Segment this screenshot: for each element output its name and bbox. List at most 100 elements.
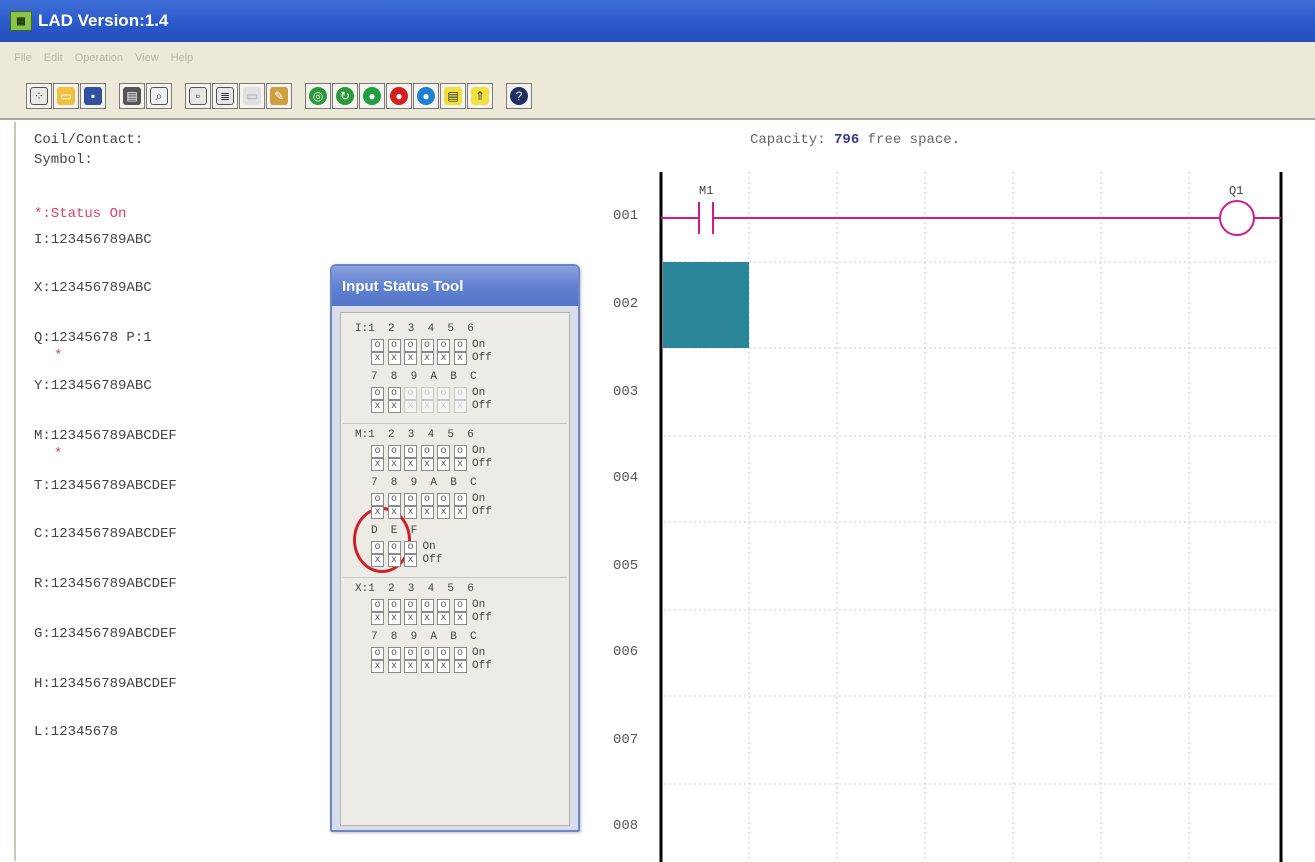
off-toggle[interactable]: x: [371, 612, 384, 625]
on-toggle[interactable]: o: [371, 493, 384, 506]
on-toggle[interactable]: o: [437, 493, 450, 506]
off-toggle[interactable]: x: [453, 506, 467, 519]
off-toggle[interactable]: x: [453, 458, 467, 471]
note-up-icon[interactable]: ⇑: [467, 83, 493, 109]
off-toggle[interactable]: x: [387, 506, 401, 519]
off-toggle: x: [453, 400, 467, 413]
off-toggle[interactable]: x: [404, 458, 417, 471]
off-toggle[interactable]: x: [420, 458, 434, 471]
help-icon[interactable]: ?: [506, 83, 532, 109]
on-toggle[interactable]: o: [371, 387, 384, 400]
green-ball-icon[interactable]: ●: [359, 83, 385, 109]
off-toggle[interactable]: x: [420, 660, 434, 673]
on-toggle[interactable]: o: [420, 647, 434, 660]
off-toggle[interactable]: x: [437, 506, 450, 519]
contact-m1[interactable]: [698, 202, 714, 234]
disabled-icon[interactable]: ▭: [239, 83, 265, 109]
off-toggle[interactable]: x: [437, 458, 450, 471]
on-toggle[interactable]: o: [387, 445, 401, 458]
menu-view[interactable]: View: [135, 52, 159, 64]
off-toggle[interactable]: x: [387, 660, 401, 673]
on-toggle[interactable]: o: [371, 339, 384, 352]
on-toggle[interactable]: o: [453, 493, 467, 506]
off-toggle[interactable]: x: [387, 400, 401, 413]
off-toggle[interactable]: x: [371, 458, 384, 471]
print-icon[interactable]: ▤: [119, 83, 145, 109]
off-toggle[interactable]: x: [371, 400, 384, 413]
coil-q1[interactable]: [1219, 200, 1255, 236]
on-toggle[interactable]: o: [404, 339, 417, 352]
off-toggle[interactable]: x: [387, 554, 401, 567]
menu-operation[interactable]: Operation: [75, 52, 123, 64]
on-toggle[interactable]: o: [387, 339, 401, 352]
off-toggle[interactable]: x: [371, 554, 384, 567]
on-toggle[interactable]: o: [404, 647, 417, 660]
on-toggle[interactable]: o: [387, 493, 401, 506]
off-toggle[interactable]: x: [404, 554, 417, 567]
on-toggle[interactable]: o: [404, 445, 417, 458]
monitor-icon[interactable]: ▫: [185, 83, 211, 109]
off-toggle[interactable]: x: [437, 612, 450, 625]
open-folder-icon[interactable]: ▭: [53, 83, 79, 109]
on-toggle[interactable]: o: [437, 647, 450, 660]
off-toggle[interactable]: x: [453, 352, 467, 365]
on-toggle[interactable]: o: [387, 599, 401, 612]
off-toggle[interactable]: x: [420, 506, 434, 519]
on-toggle[interactable]: o: [453, 599, 467, 612]
off-toggle[interactable]: x: [420, 352, 434, 365]
device-range-y: Y:123456789ABC: [34, 378, 152, 394]
menu-edit[interactable]: Edit: [44, 52, 63, 64]
on-toggle[interactable]: o: [371, 599, 384, 612]
on-toggle[interactable]: o: [404, 493, 417, 506]
menu-file[interactable]: File: [14, 52, 32, 64]
off-toggle[interactable]: x: [371, 506, 384, 519]
off-toggle[interactable]: x: [404, 660, 417, 673]
off-toggle[interactable]: x: [387, 612, 401, 625]
on-toggle[interactable]: o: [387, 647, 401, 660]
on-toggle[interactable]: o: [420, 445, 434, 458]
off-toggle[interactable]: x: [387, 458, 401, 471]
on-toggle[interactable]: o: [371, 647, 384, 660]
save-icon[interactable]: ▪: [80, 83, 106, 109]
on-toggle[interactable]: o: [437, 339, 450, 352]
on-toggle[interactable]: o: [371, 445, 384, 458]
on-toggle[interactable]: o: [387, 387, 401, 400]
rung-number: 005: [613, 558, 639, 574]
refresh-icon[interactable]: ↻: [332, 83, 358, 109]
off-toggle[interactable]: x: [437, 660, 450, 673]
on-toggle[interactable]: o: [453, 339, 467, 352]
on-toggle[interactable]: o: [453, 445, 467, 458]
on-toggle[interactable]: o: [387, 541, 401, 554]
run-icon[interactable]: ◎: [305, 83, 331, 109]
off-toggle[interactable]: x: [371, 352, 384, 365]
on-toggle[interactable]: o: [404, 599, 417, 612]
rung-number: 004: [613, 470, 639, 486]
write-icon[interactable]: ✎: [266, 83, 292, 109]
on-toggle[interactable]: o: [404, 541, 417, 554]
on-toggle[interactable]: o: [453, 647, 467, 660]
red-ball-icon[interactable]: ●: [386, 83, 412, 109]
print-preview-icon[interactable]: ⌕: [146, 83, 172, 109]
on-toggle[interactable]: o: [420, 339, 434, 352]
off-toggle[interactable]: x: [404, 506, 417, 519]
off-toggle[interactable]: x: [453, 612, 467, 625]
dialog-title-bar[interactable]: Input Status Tool: [332, 266, 578, 306]
on-toggle[interactable]: o: [437, 599, 450, 612]
new-file-icon[interactable]: ⁘: [26, 83, 52, 109]
list-icon[interactable]: ≣: [212, 83, 238, 109]
off-toggle[interactable]: x: [387, 352, 401, 365]
note-icon[interactable]: ▤: [440, 83, 466, 109]
off-toggle[interactable]: x: [420, 612, 434, 625]
off-toggle[interactable]: x: [453, 660, 467, 673]
ladder-diagram[interactable]: M1 Q1: [659, 172, 1289, 862]
off-toggle[interactable]: x: [371, 660, 384, 673]
menu-help[interactable]: Help: [171, 52, 194, 64]
off-toggle[interactable]: x: [437, 352, 450, 365]
on-toggle[interactable]: o: [437, 445, 450, 458]
blue-ball-icon[interactable]: ●: [413, 83, 439, 109]
on-toggle[interactable]: o: [420, 493, 434, 506]
on-toggle[interactable]: o: [371, 541, 384, 554]
off-toggle[interactable]: x: [404, 612, 417, 625]
off-toggle[interactable]: x: [404, 352, 417, 365]
on-toggle[interactable]: o: [420, 599, 434, 612]
